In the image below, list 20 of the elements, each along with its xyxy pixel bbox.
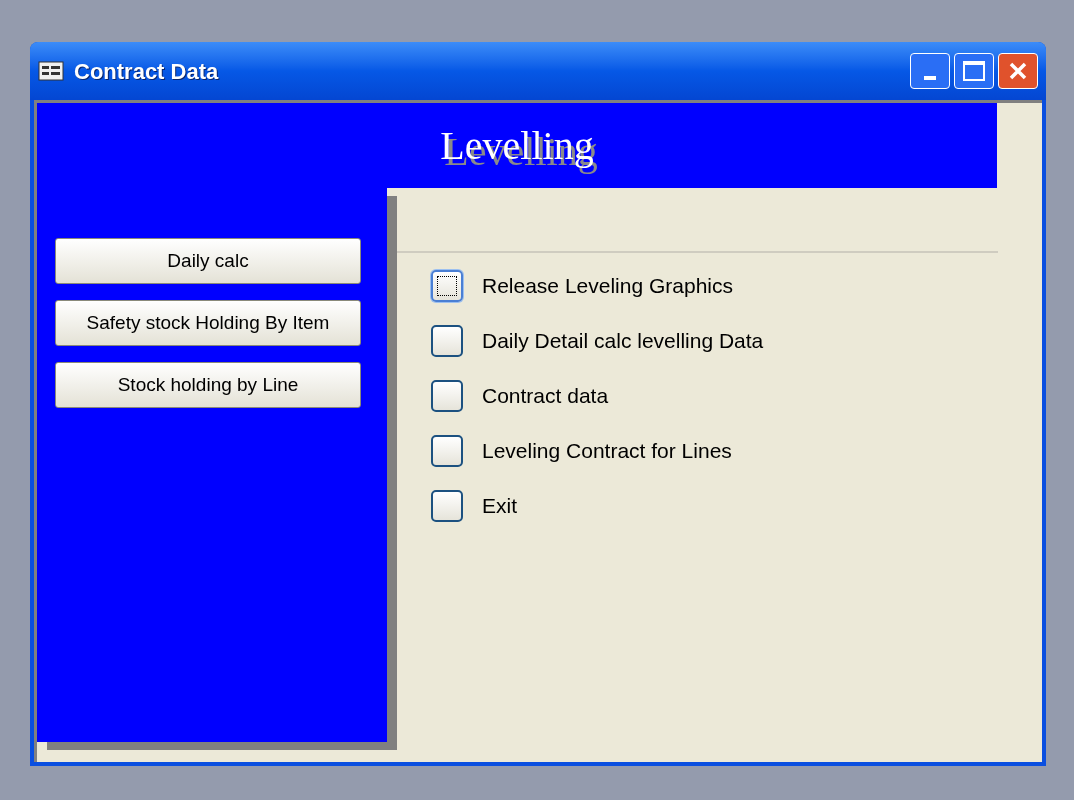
option-label: Exit <box>482 493 517 520</box>
side-button[interactable]: Stock holding by Line <box>55 362 361 408</box>
option-button[interactable] <box>431 325 463 357</box>
option-button[interactable] <box>431 270 463 302</box>
minimize-button[interactable] <box>910 53 950 89</box>
option-label: Contract data <box>482 383 609 410</box>
window-title: Contract Data <box>74 57 219 86</box>
option-button[interactable] <box>431 490 463 522</box>
header-title: Levelling <box>440 121 594 170</box>
side-button[interactable]: Daily calc <box>55 238 361 284</box>
form-icon <box>38 61 64 81</box>
close-button[interactable] <box>998 53 1038 89</box>
maximize-button[interactable] <box>954 53 994 89</box>
option-button[interactable] <box>431 380 463 412</box>
side-button[interactable]: Safety stock Holding By Item <box>55 300 361 346</box>
close-icon <box>1007 60 1029 82</box>
option-button[interactable] <box>431 435 463 467</box>
option-label: Daily Detail calc levelling Data <box>482 328 764 355</box>
option-label: Leveling Contract for Lines <box>482 438 732 465</box>
option-label: Release Leveling Graphics <box>482 273 733 300</box>
